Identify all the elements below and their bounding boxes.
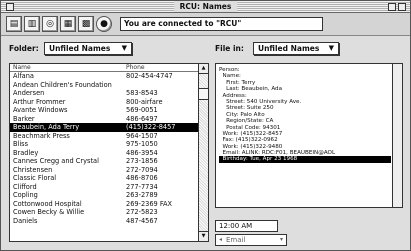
detail-lines: Person: Name: First: Terry Last: Beaubei… xyxy=(219,67,391,163)
list-item-phone: 486-6497 xyxy=(126,114,158,123)
list-item-name: Daniels xyxy=(13,216,38,225)
folder-popup[interactable]: Unfiled Names ▼ xyxy=(44,42,132,55)
list-item-phone: 272-7094 xyxy=(126,165,158,174)
list-item-phone: 975-1050 xyxy=(126,140,158,148)
chevron-down-icon: ▼ xyxy=(328,44,334,52)
list-item[interactable]: Cowen Becky & Willie 272-5823 xyxy=(10,208,198,217)
list-item-phone: 583-8543 xyxy=(126,89,158,97)
list-item[interactable]: Alfana 802-454-4747 xyxy=(10,72,198,81)
scroll-thumb[interactable] xyxy=(199,88,208,100)
list-item-name: Copling xyxy=(13,191,38,199)
list-item-name: Barker xyxy=(13,114,35,123)
list-item-phone: 269-2369 FAX xyxy=(126,199,173,208)
scroll-down-icon[interactable]: ▼ xyxy=(199,231,208,241)
window-title: RCU: Names xyxy=(173,1,238,12)
list-item[interactable]: Cannes Cregg and Crystal 273-1856 xyxy=(10,157,198,166)
list-item[interactable]: Bliss 975-1050 xyxy=(10,140,198,149)
time-field[interactable]: 12:00 AM xyxy=(215,220,278,232)
list-item-phone: 263-2789 xyxy=(126,191,158,199)
list-item-phone: 486-8706 xyxy=(126,174,158,182)
chevron-down-icon: ▾ xyxy=(279,236,283,243)
folder-popup-value: Unfiled Names xyxy=(49,44,111,53)
toolbar: ▤ ▥ ◎ ▦ ▩ ● You are connected to "RCU" xyxy=(1,13,410,36)
list-item-name: Avante Windows xyxy=(13,106,68,114)
collapse-box-icon[interactable] xyxy=(398,3,406,11)
list-item[interactable]: Arthur Frommer 800-airfare xyxy=(10,98,198,107)
list-item-name: Andersen xyxy=(13,89,45,97)
column-header-name[interactable]: Name xyxy=(13,64,31,71)
list-item-phone: 964-1507 xyxy=(126,131,158,140)
list-item[interactable]: Copling 263-2789 xyxy=(10,191,198,200)
list-item-name: Bliss xyxy=(13,140,29,148)
list-item[interactable]: Avante Windows 569-0051 xyxy=(10,106,198,115)
list-item[interactable]: Bradley 486-3954 xyxy=(10,149,198,158)
zoom-box-icon[interactable] xyxy=(388,3,396,11)
list-item[interactable]: Beaubein, Ada Terry (415)322-8457 xyxy=(10,123,198,132)
list-item-name: Beachmark Press xyxy=(13,131,70,140)
list-rows: Alfana 802-454-4747 Andean Children's Foun… xyxy=(10,72,198,225)
list-item[interactable]: Andersen 583-8543 xyxy=(10,89,198,98)
close-box-icon[interactable] xyxy=(6,3,14,11)
connection-status: You are connected to "RCU" xyxy=(120,17,323,31)
file-in-label: File in: xyxy=(215,44,244,53)
chevron-down-icon: ▼ xyxy=(121,44,127,52)
list-item-name: Arthur Frommer xyxy=(13,97,66,106)
chevron-left-icon: ◂ xyxy=(219,236,223,243)
list-item-name: Beaubein, Ada Terry xyxy=(13,123,80,131)
circle-icon[interactable]: ● xyxy=(96,16,112,32)
list-item[interactable]: Andean Children's Foundation xyxy=(10,81,198,90)
disk-icon[interactable]: ▤ xyxy=(6,16,22,32)
list-item-phone: 800-airfare xyxy=(126,97,163,106)
list-item-name: Cottonwood Hospital xyxy=(13,199,82,208)
list-item-name: Clifford xyxy=(13,182,37,191)
list-item-phone: (415)322-8457 xyxy=(126,123,176,131)
list-item[interactable]: Beachmark Press 964-1507 xyxy=(10,132,198,141)
list-header: Name Phone xyxy=(10,64,198,72)
list-item-name: Cannes Cregg and Crystal xyxy=(13,157,99,165)
list-item[interactable]: Classic Floral 486-8706 xyxy=(10,174,198,183)
scroll-up-icon[interactable]: ▲ xyxy=(199,64,208,74)
list-item-phone: 486-3954 xyxy=(126,148,158,157)
type-popup[interactable]: ◂ Email ▾ xyxy=(215,234,287,246)
list-item-name: Cowen Becky & Willie xyxy=(13,208,85,216)
file-icon[interactable]: ▥ xyxy=(24,16,40,32)
list-item-phone: 569-0051 xyxy=(126,106,158,114)
list-item[interactable]: Christensen 272-7094 xyxy=(10,166,198,175)
list-item-name: Classic Floral xyxy=(13,174,57,182)
list-item[interactable]: Barker 486-6497 xyxy=(10,115,198,124)
list-item-phone: 802-454-4747 xyxy=(126,72,173,80)
list-item-name: Bradley xyxy=(13,148,39,157)
grid-icon[interactable]: ▩ xyxy=(78,16,94,32)
file-in-popup[interactable]: Unfiled Names ▼ xyxy=(253,42,339,55)
folder-label: Folder: xyxy=(9,44,39,53)
detail-scrollbar[interactable] xyxy=(392,64,402,207)
list-item-phone: 273-1856 xyxy=(126,157,158,165)
list-item[interactable]: Daniels 487-4567 xyxy=(10,217,198,226)
detail-line[interactable]: Birthday: Tue, Apr 23 1968 xyxy=(219,156,391,163)
list-item-phone: 277-7734 xyxy=(126,182,158,191)
detail-panel[interactable]: Person: Name: First: Terry Last: Beaubei… xyxy=(215,63,403,208)
globe-icon[interactable]: ◎ xyxy=(42,16,58,32)
list-item-phone: 487-4567 xyxy=(126,216,158,225)
list-item[interactable]: Clifford 277-7734 xyxy=(10,183,198,192)
file-in-popup-value: Unfiled Names xyxy=(258,44,320,53)
title-bar[interactable]: RCU: Names xyxy=(1,1,410,13)
card-icon[interactable]: ▦ xyxy=(60,16,76,32)
column-header-phone[interactable]: Phone xyxy=(126,64,145,71)
list-scrollbar[interactable]: ▲ ▼ xyxy=(198,64,208,241)
list-item-name: Alfana xyxy=(13,72,34,80)
list-item-phone: 272-5823 xyxy=(126,208,158,216)
list-item-name: Christensen xyxy=(13,165,53,174)
window: RCU: Names ▤ ▥ ◎ ▦ ▩ ● You are connected… xyxy=(0,0,411,251)
list-item[interactable]: Cottonwood Hospital 269-2369 FAX xyxy=(10,200,198,209)
list-item-name: Andean Children's Foundation xyxy=(13,80,112,89)
names-list[interactable]: Name Phone Alfana 802-454-4747 Andean Chil… xyxy=(9,63,209,242)
type-popup-value: Email xyxy=(226,236,246,244)
